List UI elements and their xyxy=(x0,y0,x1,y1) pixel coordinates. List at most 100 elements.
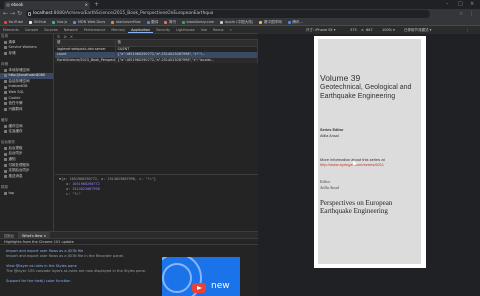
series-title: Geotechnical, Geological and Earthquake … xyxy=(320,84,412,100)
bookmark-label: MDN Web Docs xyxy=(77,19,106,24)
bookmark-favicon-icon xyxy=(146,20,150,24)
bookmark-favicon-icon xyxy=(73,20,77,24)
viewport-height[interactable]: 667 xyxy=(366,26,373,34)
bookmark-favicon-icon xyxy=(111,20,115,24)
bookmark-item[interactable]: stackoverflow xyxy=(111,19,141,25)
more-info-text: More information about this series at ht… xyxy=(320,157,385,167)
back-icon[interactable]: ← xyxy=(3,10,8,18)
whats-new-video-thumbnail[interactable]: new xyxy=(162,257,240,296)
info-icon[interactable] xyxy=(28,12,31,16)
bookmark-label: 翻译 xyxy=(151,19,159,24)
sidebar-item-label: 存储 xyxy=(8,50,16,55)
devtools-tab[interactable]: Lighthouse xyxy=(173,26,198,33)
whats-new-item[interactable]: Support for the hwb() color function xyxy=(6,279,156,284)
bookmark-favicon-icon xyxy=(29,20,33,24)
sidebar-item-label: 缓存 xyxy=(1,117,8,122)
devtools-tab[interactable]: Vue xyxy=(198,26,210,33)
minimize-icon[interactable]: – xyxy=(446,1,449,7)
book-cover: Volume 39 Geotechnical, Geological and E… xyxy=(318,39,421,264)
devtools-tab[interactable]: Elements xyxy=(0,26,22,33)
bookmark-label: biaodianzy.com xyxy=(186,19,215,24)
devtools-tab[interactable]: Security xyxy=(153,26,173,33)
zoom-select[interactable]: 100% ▾ xyxy=(382,26,395,34)
devtools-tab[interactable]: Redux xyxy=(210,26,227,33)
viewport-width[interactable]: 375 xyxy=(350,26,357,34)
close-window-icon[interactable]: × xyxy=(470,1,474,7)
dimension-separator: × xyxy=(361,28,364,32)
whats-new-title[interactable]: Support for the hwb() color function xyxy=(6,279,156,284)
sidebar-item[interactable]: top xyxy=(0,191,53,197)
storage-icon xyxy=(4,175,7,179)
whats-new-item[interactable]: Import and export user flows as a JSON f… xyxy=(6,249,156,258)
storage-icon xyxy=(4,147,7,151)
whats-new-desc: The @layer CSS cascade layers at-rules a… xyxy=(6,268,147,273)
reload-icon[interactable]: ↻ xyxy=(17,10,22,18)
storage-icon xyxy=(4,80,7,84)
bookmark-item[interactable]: Vue.js xyxy=(52,19,67,25)
bookmark-favicon-icon xyxy=(52,20,56,24)
bookmark-label: 简书 xyxy=(168,19,177,24)
bookmark-label: YouTube xyxy=(8,19,24,24)
url-path: :8080/Achievo/EarthScience/2015_Book_Per… xyxy=(52,11,214,16)
bookmark-item[interactable]: 腾讯... xyxy=(287,19,303,25)
whats-new-item[interactable]: View @layer at-rules in the Styles pane … xyxy=(6,264,156,273)
url-field[interactable]: localhost:8080/Achievo/EarthScience/2015… xyxy=(26,10,430,18)
bookmark-item[interactable]: GitHub xyxy=(29,19,46,25)
new-tab-icon[interactable]: + xyxy=(94,1,99,8)
sidebar-item-label: 框架 xyxy=(1,185,8,190)
storage-table: 键 值 loglevel:webpack-dev-server SILENT c… xyxy=(55,40,258,63)
volume-label: Volume 39 xyxy=(320,73,361,83)
bookmark-item[interactable]: Apple (中国大陆) xyxy=(220,19,253,25)
bookmark-item[interactable]: biaodianzy.com xyxy=(182,19,214,25)
ebook-page[interactable]: Volume 39 Geotechnical, Geological and E… xyxy=(314,36,426,268)
devtools-tab[interactable]: » xyxy=(227,26,235,33)
devtools-tab[interactable]: Sources xyxy=(41,26,60,33)
storage-icon xyxy=(4,68,7,72)
devtools-tab[interactable]: Console xyxy=(22,26,41,33)
devtools-tab[interactable]: Network xyxy=(61,26,81,33)
tab-title: ebook xyxy=(11,2,24,7)
refresh-icon[interactable]: ↻ xyxy=(57,34,60,39)
sidebar-item-label: top xyxy=(8,190,15,195)
bookmark-label: GitHub xyxy=(33,19,47,24)
clear-icon[interactable]: × xyxy=(70,34,73,39)
storage-icon xyxy=(4,124,7,128)
devtools-tab[interactable]: Performance xyxy=(81,26,109,33)
bookmark-item[interactable]: YouTube xyxy=(4,19,23,25)
tab-close-icon[interactable]: × xyxy=(85,1,88,9)
device-select[interactable]: 尺寸: iPhone SE ▾ xyxy=(306,26,336,34)
more-options-icon[interactable]: ⋮ xyxy=(466,26,470,34)
forward-icon[interactable]: → xyxy=(10,10,15,18)
sidebar-item-label: 存储 xyxy=(1,61,8,66)
storage-icon xyxy=(4,102,7,106)
devtools-tab[interactable]: Memory xyxy=(108,26,128,33)
device-toolbar: 尺寸: iPhone SE ▾ 375 × 667 100% ▾ 已停用节流模式… xyxy=(258,26,480,34)
local-storage-pane: ↻ ⊘ × 键 值 loglevel:webpack-dev-server SI… xyxy=(55,34,258,174)
storage-icon xyxy=(4,96,7,100)
row-key: EarthScience/2015_Book_PerspectivesOnEur… xyxy=(55,57,116,63)
bookmark-favicon-icon xyxy=(164,20,168,24)
devtools-tab[interactable]: Application xyxy=(128,26,154,33)
application-sidebar: 应用 清单 Service Workers 存储 存储 本地存储空间 http://loca… xyxy=(0,34,54,231)
storage-icon xyxy=(4,91,7,95)
bookmark-item[interactable]: 看中国学网 xyxy=(259,19,282,25)
bookmark-favicon-icon xyxy=(220,20,224,24)
bookmark-item[interactable]: 翻译 xyxy=(146,19,159,25)
throttle-select[interactable]: 已停用节流模式 ▾ xyxy=(404,26,431,34)
play-icon[interactable] xyxy=(192,283,206,293)
drawer-tab-whats-new[interactable]: What's New × xyxy=(18,232,51,238)
devtools-tabs: Elements Console Sources Network Performance… xyxy=(0,26,258,34)
bookmark-item[interactable]: MDN Web Docs xyxy=(73,19,105,25)
table-row[interactable]: EarthScience/2015_Book_PerspectivesOnEur… xyxy=(55,57,258,63)
drawer-tab-console[interactable]: 控制台 xyxy=(0,232,18,238)
editor-name: Atilla Ansal xyxy=(320,185,339,190)
bookmark-item[interactable]: 简书 xyxy=(164,19,176,25)
storage-icon xyxy=(4,130,7,134)
preview-prop: c: "?=" xyxy=(66,192,81,196)
maximize-icon[interactable]: □ xyxy=(458,1,463,7)
browser-tab[interactable]: ebook × xyxy=(4,1,90,9)
storage-icon xyxy=(4,152,7,156)
editor-label: Editor xyxy=(320,179,331,184)
filter-icon[interactable]: ⊘ xyxy=(63,34,66,39)
browser-actions[interactable]: ☆ ⋮ xyxy=(459,10,476,18)
